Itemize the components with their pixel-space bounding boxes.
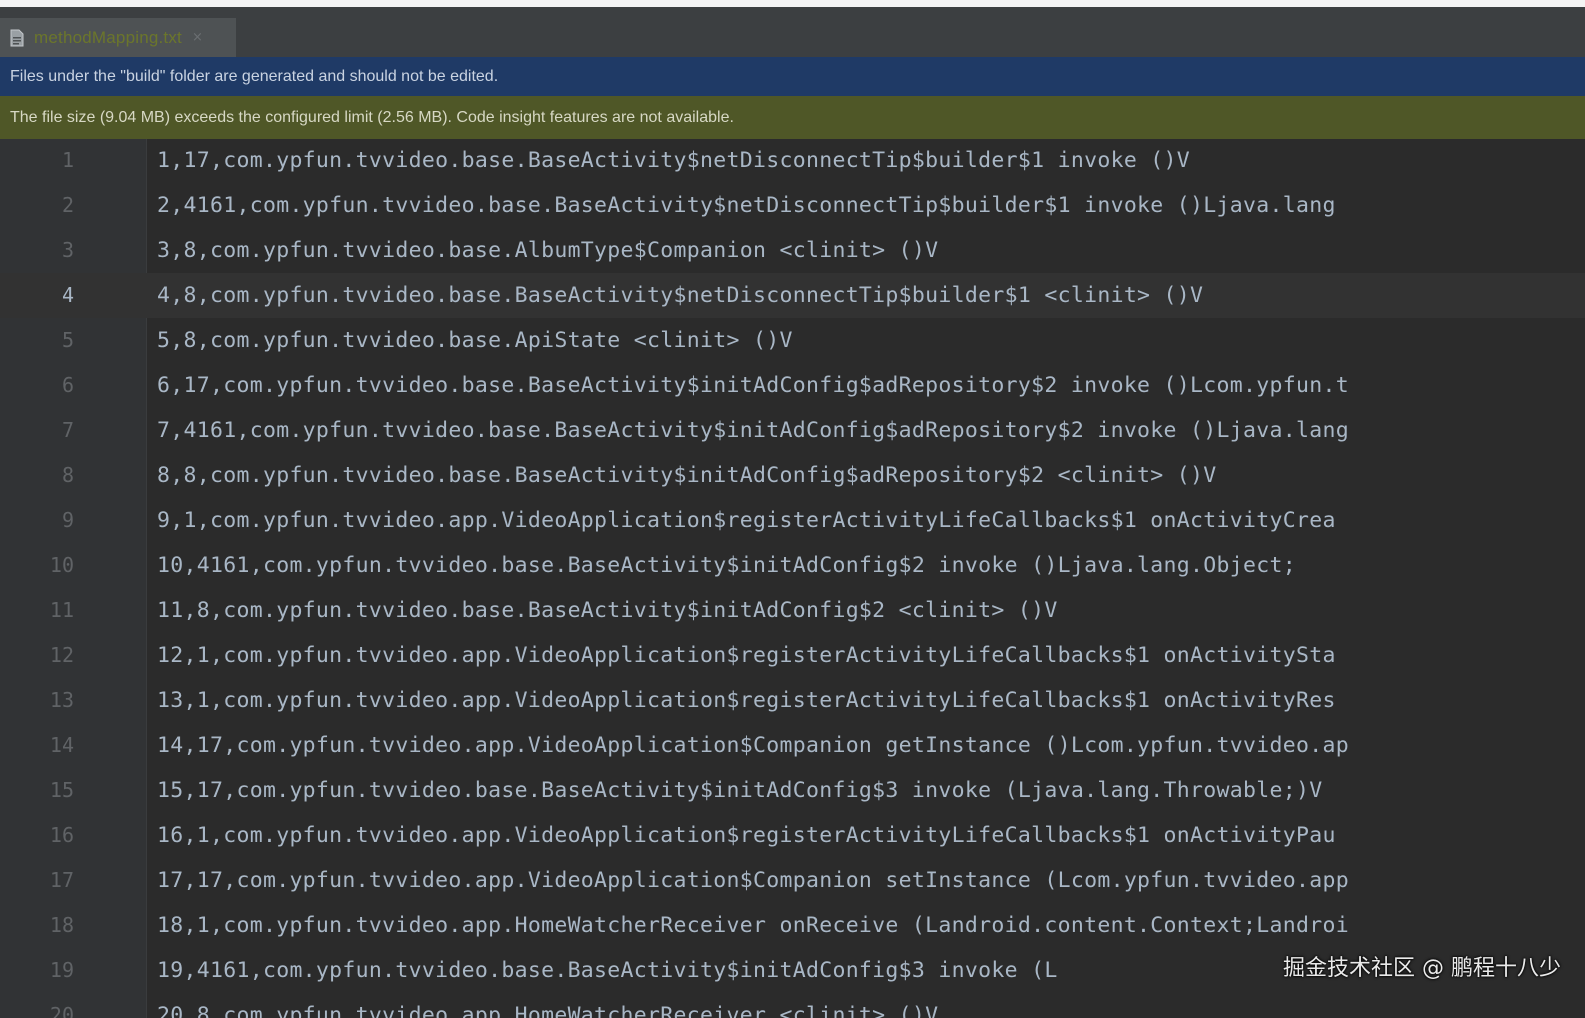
line-number: 13 [49, 688, 74, 712]
line-number: 15 [49, 778, 74, 802]
code-text[interactable]: 6,17,com.ypfun.tvvideo.base.BaseActivity… [157, 363, 1349, 408]
code-line[interactable]: 15 15,17,com.ypfun.tvvideo.base.BaseActiv… [0, 768, 1585, 813]
line-number: 11 [49, 598, 74, 622]
code-text[interactable]: 20,8,com.ypfun.tvvideo.app.HomeWatcherRe… [157, 993, 938, 1018]
code-line[interactable]: 2 2,4161,com.ypfun.tvvideo.base.BaseActiv… [0, 183, 1585, 228]
code-text[interactable]: 11,8,com.ypfun.tvvideo.base.BaseActivity… [157, 588, 1058, 633]
line-number: 16 [49, 823, 74, 847]
code-text[interactable]: 4,8,com.ypfun.tvvideo.base.BaseActivity$… [157, 273, 1203, 318]
code-text[interactable]: 13,1,com.ypfun.tvvideo.app.VideoApplicat… [157, 678, 1336, 723]
line-number: 6 [61, 373, 74, 397]
code-text[interactable]: 19,4161,com.ypfun.tvvideo.base.BaseActiv… [157, 948, 1058, 993]
code-line[interactable]: 17 17,17,com.ypfun.tvvideo.app.VideoAppli… [0, 858, 1585, 903]
tab-label: methodMapping.txt [34, 27, 182, 47]
ide-window: methodMapping.txt × Files under the "bui… [0, 0, 1585, 1018]
file-size-warning-banner: The file size (9.04 MB) exceeds the conf… [0, 96, 1585, 139]
window-top-edge [0, 0, 1585, 7]
code-editor[interactable]: 1 1,17,com.ypfun.tvvideo.base.BaseActivit… [0, 139, 1585, 1018]
code-text[interactable]: 8,8,com.ypfun.tvvideo.base.BaseActivity$… [157, 453, 1217, 498]
line-number: 17 [49, 868, 74, 892]
line-number: 9 [61, 508, 74, 532]
line-number: 19 [49, 958, 74, 982]
code-text[interactable]: 5,8,com.ypfun.tvvideo.base.ApiState <cli… [157, 318, 793, 363]
line-number: 8 [61, 463, 74, 487]
line-number: 2 [61, 193, 74, 217]
code-text[interactable]: 15,17,com.ypfun.tvvideo.base.BaseActivit… [157, 768, 1322, 813]
code-line[interactable]: 12 12,1,com.ypfun.tvvideo.app.VideoApplic… [0, 633, 1585, 678]
code-line[interactable]: 9 9,1,com.ypfun.tvvideo.app.VideoApplicat… [0, 498, 1585, 543]
line-number: 3 [61, 238, 74, 262]
code-text[interactable]: 18,1,com.ypfun.tvvideo.app.HomeWatcherRe… [157, 903, 1349, 948]
code-text[interactable]: 9,1,com.ypfun.tvvideo.app.VideoApplicati… [157, 498, 1336, 543]
line-number: 14 [49, 733, 74, 757]
line-number: 4 [61, 283, 74, 307]
code-line[interactable]: 16 16,1,com.ypfun.tvvideo.app.VideoApplic… [0, 813, 1585, 858]
tab-method-mapping[interactable]: methodMapping.txt × [0, 18, 236, 57]
code-text[interactable]: 16,1,com.ypfun.tvvideo.app.VideoApplicat… [157, 813, 1336, 858]
code-line[interactable]: 3 3,8,com.ypfun.tvvideo.base.AlbumType$Co… [0, 228, 1585, 273]
line-number: 18 [49, 913, 74, 937]
line-number: 12 [49, 643, 74, 667]
line-number: 20 [49, 1003, 74, 1018]
code-line[interactable]: 11 11,8,com.ypfun.tvvideo.base.BaseActivi… [0, 588, 1585, 633]
code-text[interactable]: 14,17,com.ypfun.tvvideo.app.VideoApplica… [157, 723, 1349, 768]
code-line[interactable]: 7 7,4161,com.ypfun.tvvideo.base.BaseActiv… [0, 408, 1585, 453]
code-text[interactable]: 10,4161,com.ypfun.tvvideo.base.BaseActiv… [157, 543, 1296, 588]
code-text[interactable]: 17,17,com.ypfun.tvvideo.app.VideoApplica… [157, 858, 1349, 903]
line-number: 1 [61, 148, 74, 172]
code-line[interactable]: 5 5,8,com.ypfun.tvvideo.base.ApiState <cl… [0, 318, 1585, 363]
code-text[interactable]: 7,4161,com.ypfun.tvvideo.base.BaseActivi… [157, 408, 1349, 453]
line-number: 10 [49, 553, 74, 577]
code-line[interactable]: 1 1,17,com.ypfun.tvvideo.base.BaseActivit… [0, 139, 1585, 183]
line-number: 5 [61, 328, 74, 352]
watermark: 掘金技术社区 @ 鹏程十八少 [1283, 956, 1561, 981]
code-line[interactable]: 8 8,8,com.ypfun.tvvideo.base.BaseActivity… [0, 453, 1585, 498]
code-text[interactable]: 12,1,com.ypfun.tvvideo.app.VideoApplicat… [157, 633, 1336, 678]
line-number: 7 [61, 418, 74, 442]
code-line[interactable]: 13 13,1,com.ypfun.tvvideo.app.VideoApplic… [0, 678, 1585, 723]
code-line[interactable]: 18 18,1,com.ypfun.tvvideo.app.HomeWatcher… [0, 903, 1585, 948]
code-line[interactable]: 6 6,17,com.ypfun.tvvideo.base.BaseActivit… [0, 363, 1585, 408]
code-line[interactable]: 14 14,17,com.ypfun.tvvideo.app.VideoAppli… [0, 723, 1585, 768]
code-text[interactable]: 3,8,com.ypfun.tvvideo.base.AlbumType$Com… [157, 228, 938, 273]
code-text[interactable]: 2,4161,com.ypfun.tvvideo.base.BaseActivi… [157, 183, 1336, 228]
editor-tab-bar: methodMapping.txt × [0, 7, 1585, 57]
code-line[interactable]: 4 4,8,com.ypfun.tvvideo.base.BaseActivity… [0, 273, 1585, 318]
build-folder-warning-banner: Files under the "build" folder are gener… [0, 57, 1585, 96]
code-line[interactable]: 20 20,8,com.ypfun.tvvideo.app.HomeWatcher… [0, 993, 1585, 1018]
code-text[interactable]: 1,17,com.ypfun.tvvideo.base.BaseActivity… [157, 139, 1190, 183]
code-line[interactable]: 10 10,4161,com.ypfun.tvvideo.base.BaseAct… [0, 543, 1585, 588]
close-icon[interactable]: × [192, 30, 203, 45]
text-file-icon [10, 29, 24, 47]
